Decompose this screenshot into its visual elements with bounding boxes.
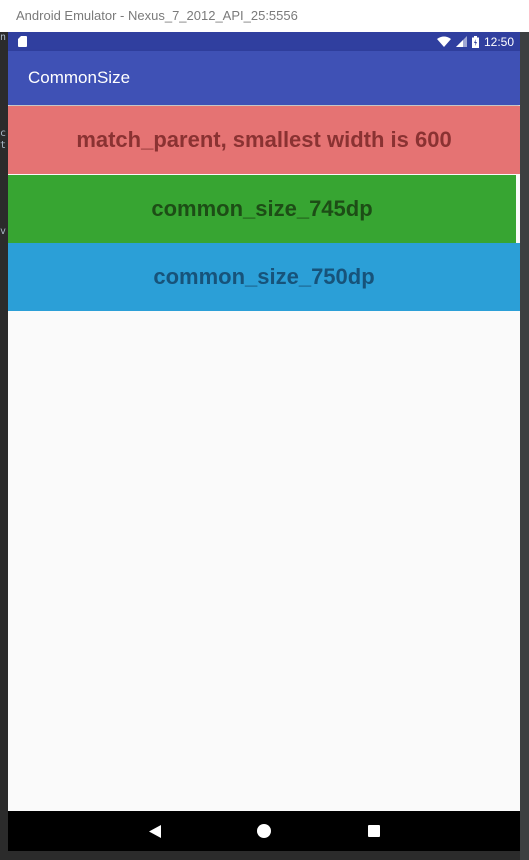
recents-icon (368, 825, 380, 837)
status-bar: 12:50 (8, 32, 520, 51)
back-button[interactable] (135, 811, 175, 851)
ide-editor-edge-right (520, 32, 529, 860)
wifi-icon (436, 36, 451, 47)
device-screen: 12:50 CommonSize match_parent, smallest … (8, 32, 520, 851)
emulator-title-bar: Android Emulator - Nexus_7_2012_API_25:5… (0, 0, 529, 32)
battery-icon (471, 35, 479, 48)
common-size-745dp-block: common_size_745dp (8, 175, 516, 243)
window-title: Android Emulator - Nexus_7_2012_API_25:5… (16, 8, 298, 23)
match-parent-block: match_parent, smallest width is 600 (8, 106, 520, 174)
navigation-bar (8, 811, 520, 851)
common-size-750dp-label: common_size_750dp (153, 264, 375, 289)
status-time: 12:50 (483, 34, 514, 49)
match-parent-label: match_parent, smallest width is 600 (76, 127, 452, 152)
app-title: CommonSize (28, 68, 131, 87)
signal-icon (455, 36, 467, 47)
recents-button[interactable] (354, 811, 394, 851)
app-bar: CommonSize (8, 51, 520, 105)
common-size-745dp-label: common_size_745dp (151, 196, 373, 221)
common-size-750dp-block: common_size_750dp (8, 243, 520, 311)
home-button[interactable] (244, 811, 284, 851)
ide-editor-edge: n c t v (0, 32, 8, 860)
home-icon (257, 824, 271, 838)
sd-card-icon (18, 36, 27, 47)
back-icon (149, 824, 161, 838)
